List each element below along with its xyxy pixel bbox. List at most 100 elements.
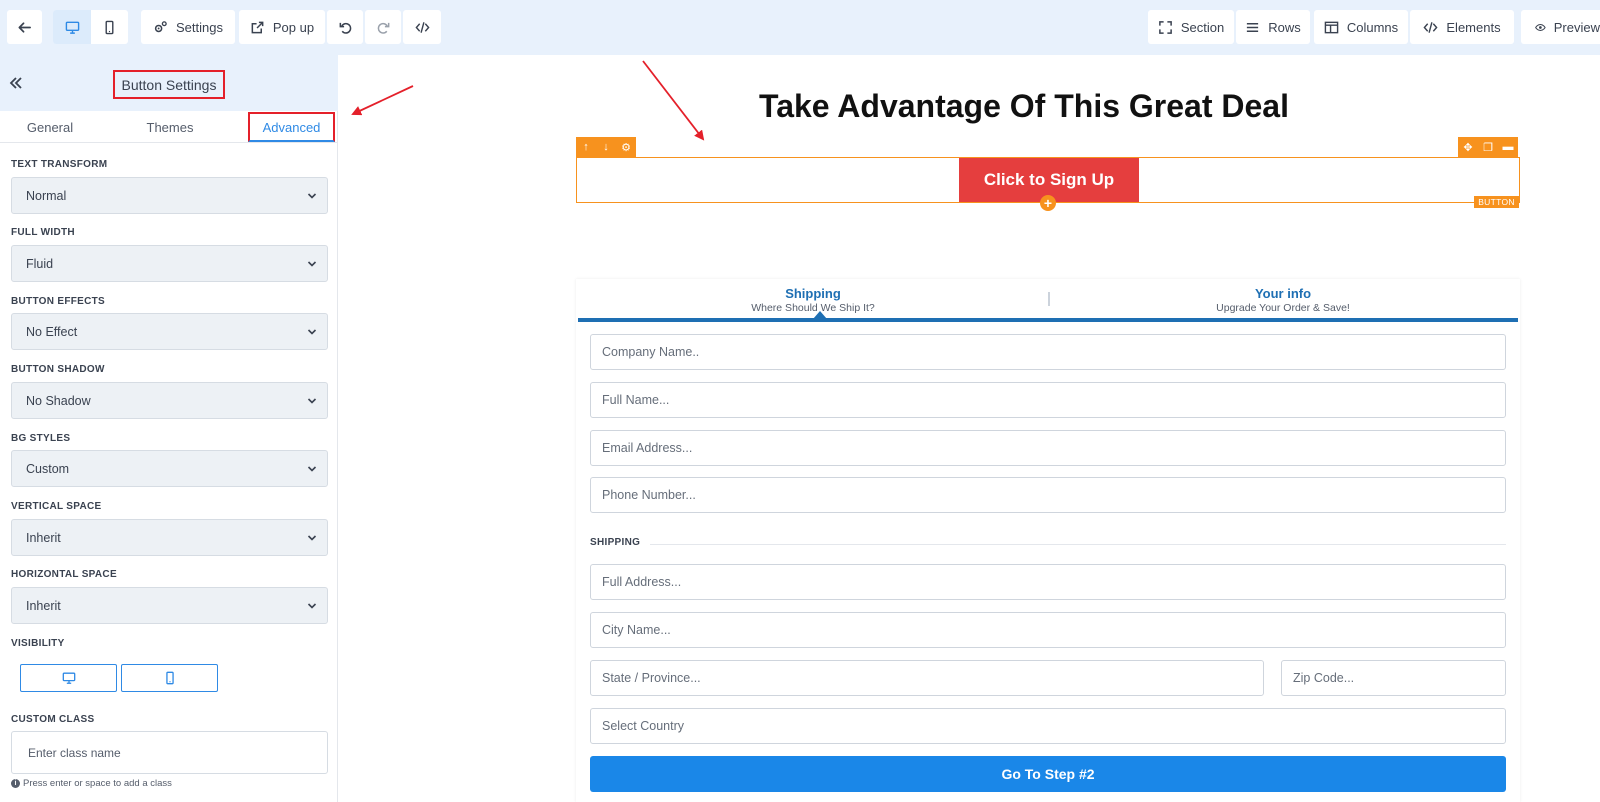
full-width-value: Fluid [26,256,54,271]
chevron-down-icon [307,193,317,199]
columns-button[interactable]: Columns [1314,10,1408,44]
button-effects-select[interactable]: No Effect [11,313,328,350]
gear-icon[interactable]: ⚙ [616,137,636,157]
device-toggle [53,10,128,44]
step-your-info-subtitle: Upgrade Your Order & Save! [1216,302,1350,314]
desktop-view-button[interactable] [53,10,91,44]
go-to-step-2-button[interactable]: Go To Step #2 [590,756,1506,792]
arrow-left-icon [18,21,31,33]
code-button[interactable] [403,10,441,44]
elements-button[interactable]: Elements [1410,10,1514,44]
section-label: Section [1180,19,1225,35]
double-chevron-left-icon[interactable] [8,75,24,91]
undo-icon [339,22,351,34]
step-divider [1048,292,1050,306]
code-icon [1423,21,1438,33]
row-controls-right: ✥ ❐ ▬ [1458,137,1518,157]
step-progress-bar [578,318,1518,322]
zip-input[interactable]: Zip Code... [1281,660,1506,696]
back-button[interactable] [7,10,42,44]
settings-label: Settings [176,19,223,35]
columns-label: Columns [1346,19,1399,35]
bg-styles-label: BG STYLES [11,433,71,444]
external-link-icon [251,21,264,33]
redo-button[interactable] [365,10,401,44]
redo-icon [377,22,389,34]
columns-icon [1324,21,1339,33]
move-up-icon[interactable]: ↑ [576,137,596,157]
step-indicator-arrow [813,311,827,319]
step-your-info-title: Your info [1254,286,1312,301]
chevron-down-icon [307,535,317,541]
trash-icon[interactable]: ▬ [1498,137,1518,157]
section-button[interactable]: Section [1148,10,1234,44]
chevron-down-icon [307,261,317,267]
horizontal-space-select[interactable]: Inherit [11,587,328,624]
horizontal-space-label: HORIZONTAL SPACE [11,569,117,580]
mobile-view-button[interactable] [91,10,128,44]
drag-move-icon[interactable]: ✥ [1458,137,1478,157]
company-name-input[interactable]: Company Name.. [590,334,1506,370]
settings-button[interactable]: Settings [141,10,235,44]
tab-advanced[interactable]: Advanced [248,112,335,142]
desktop-icon [62,672,75,684]
shipping-divider [650,544,1506,545]
visibility-desktop-toggle[interactable] [20,664,117,692]
undo-button[interactable] [327,10,363,44]
button-settings-panel: Button Settings General Themes Advanced … [0,55,338,802]
text-transform-select[interactable]: Normal [11,177,328,214]
chevron-down-icon [307,603,317,609]
popup-label: Pop up [272,19,315,35]
tab-themes[interactable]: Themes [120,111,220,143]
visibility-mobile-toggle[interactable] [121,664,218,692]
step-shipping[interactable]: Shipping Where Should We Ship It? [578,286,1048,314]
state-input[interactable]: State / Province... [590,660,1264,696]
panel-title: Button Settings [113,70,225,99]
page-headline[interactable]: Take Advantage Of This Great Deal [577,88,1471,125]
mobile-icon [165,671,174,685]
rows-button[interactable]: Rows [1236,10,1310,44]
country-select[interactable]: Select Country [590,708,1506,744]
chevron-down-icon [307,398,317,404]
button-shadow-value: No Shadow [26,393,91,408]
city-input[interactable]: City Name... [590,612,1506,648]
full-width-label: FULL WIDTH [11,227,75,238]
settings-tabs: General Themes Advanced [0,111,338,143]
tab-general[interactable]: General [0,111,100,143]
step-your-info[interactable]: Your info Upgrade Your Order & Save! [1048,286,1518,314]
text-transform-value: Normal [26,188,67,203]
copy-icon[interactable]: ❐ [1478,137,1498,157]
element-type-badge: BUTTON [1474,196,1519,208]
preview-button[interactable]: Preview [1521,10,1600,44]
phone-input[interactable]: Phone Number... [590,477,1506,513]
email-input[interactable]: Email Address... [590,430,1506,466]
custom-class-label: CUSTOM CLASS [11,714,95,725]
popup-button[interactable]: Pop up [239,10,325,44]
row-controls-left: ↑ ↓ ⚙ [576,137,636,157]
full-width-select[interactable]: Fluid [11,245,328,282]
desktop-icon [65,21,79,34]
custom-class-input[interactable]: Enter class name [11,731,328,774]
custom-class-hint: i Press enter or space to add a class [11,778,172,789]
vertical-space-value: Inherit [26,530,61,545]
step-shipping-title: Shipping [785,286,841,301]
add-element-icon[interactable]: + [1040,195,1056,211]
move-down-icon[interactable]: ↓ [596,137,616,157]
bg-styles-select[interactable]: Custom [11,450,328,487]
address-input[interactable]: Full Address... [590,564,1506,600]
full-name-input[interactable]: Full Name... [590,382,1506,418]
preview-label: Preview [1553,19,1600,35]
mobile-icon [105,20,114,34]
rows-label: Rows [1268,19,1301,35]
vertical-space-label: VERTICAL SPACE [11,501,102,512]
vertical-space-select[interactable]: Inherit [11,519,328,556]
text-transform-label: TEXT TRANSFORM [11,159,108,170]
button-effects-label: BUTTON EFFECTS [11,296,106,307]
chevron-down-icon [307,466,317,472]
code-icon [414,21,430,33]
custom-class-hint-text: Press enter or space to add a class [23,778,172,789]
button-shadow-select[interactable]: No Shadow [11,382,328,419]
button-shadow-label: BUTTON SHADOW [11,364,105,375]
top-toolbar: Settings Pop up Section Rows Columns Ele… [0,0,1600,55]
elements-label: Elements [1446,19,1501,35]
